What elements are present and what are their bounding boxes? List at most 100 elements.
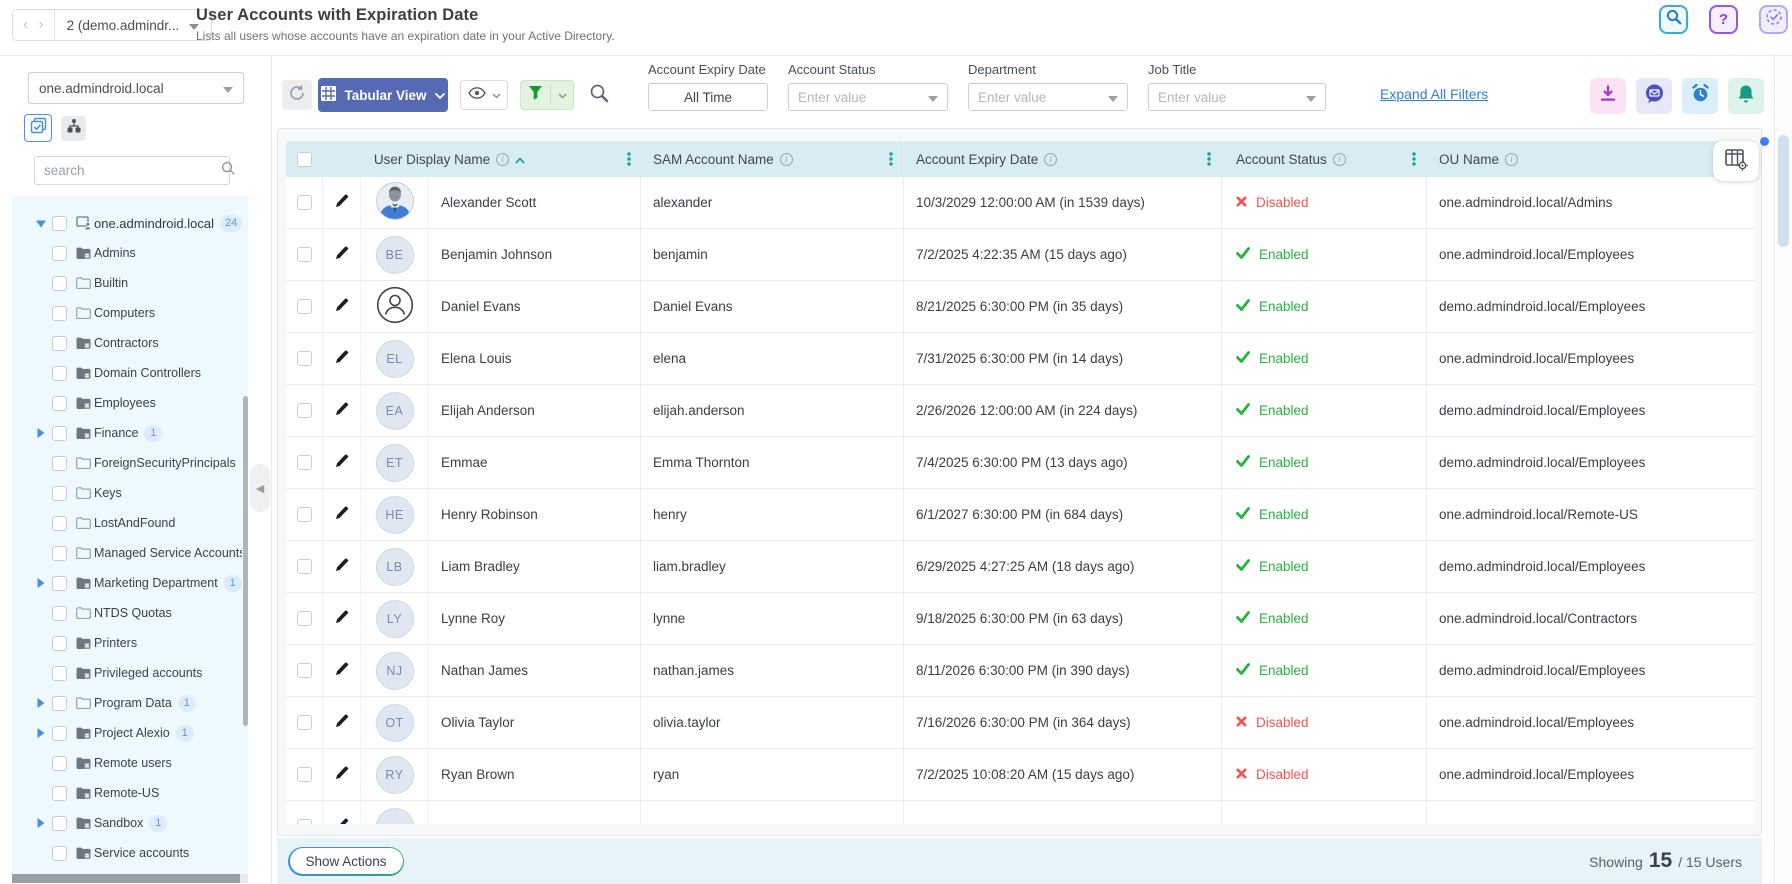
- expand-triangle-icon[interactable]: [36, 698, 52, 708]
- info-icon[interactable]: i: [496, 152, 510, 166]
- tree-item-builtin[interactable]: Builtin: [12, 268, 248, 298]
- feedback-chat-button[interactable]: [1636, 78, 1672, 114]
- tree-item-managed-service-accounts[interactable]: Managed Service Accounts: [12, 538, 248, 568]
- info-icon[interactable]: i: [779, 152, 793, 166]
- row-checkbox[interactable]: [296, 351, 312, 366]
- edit-pencil-icon[interactable]: [334, 817, 350, 824]
- tree-item-finance[interactable]: Finance 1: [12, 418, 248, 448]
- show-actions-button[interactable]: Show Actions: [289, 848, 403, 874]
- info-icon[interactable]: i: [1332, 152, 1346, 166]
- tree-item-marketing-department[interactable]: Marketing Department 1: [12, 568, 248, 598]
- row-checkbox[interactable]: [296, 767, 312, 782]
- tree-item-keys[interactable]: Keys: [12, 478, 248, 508]
- tree-checkbox[interactable]: [52, 575, 67, 591]
- info-icon[interactable]: i: [1505, 152, 1519, 166]
- row-checkbox[interactable]: [296, 663, 312, 678]
- edit-pencil-icon[interactable]: [334, 193, 350, 212]
- tree-checkbox[interactable]: [52, 275, 67, 291]
- select-all-checkbox[interactable]: [296, 151, 312, 167]
- row-checkbox[interactable]: [296, 247, 312, 262]
- expand-all-filters-link[interactable]: Expand All Filters: [1380, 86, 1488, 102]
- tree-item-contractors[interactable]: Contractors: [12, 328, 248, 358]
- row-checkbox[interactable]: [296, 819, 312, 824]
- org-tree-view-toggle[interactable]: [61, 115, 86, 141]
- quick-search-button[interactable]: [584, 80, 614, 110]
- domain-selector[interactable]: one.admindroid.local: [28, 72, 244, 104]
- tree-item-one-admindroid-local[interactable]: one.admindroid.local 24: [12, 208, 248, 238]
- scrollbar-thumb[interactable]: [1778, 135, 1789, 247]
- view-mode-button[interactable]: Tabular View: [318, 78, 448, 112]
- expand-triangle-icon[interactable]: [36, 728, 52, 738]
- tree-checkbox[interactable]: [52, 695, 67, 711]
- tree-checkbox[interactable]: [52, 545, 67, 561]
- tree-checkbox[interactable]: [52, 665, 67, 681]
- tree-checkbox[interactable]: [52, 725, 67, 741]
- report-selector[interactable]: 2 (demo.admindr...: [54, 10, 212, 40]
- search-icon[interactable]: [221, 161, 236, 181]
- edit-pencil-icon[interactable]: [334, 765, 350, 784]
- tree-item-remote-users[interactable]: Remote users: [12, 748, 248, 778]
- tree-checkbox[interactable]: [52, 755, 67, 771]
- report-nav-arrows[interactable]: ‹ ›: [13, 10, 55, 40]
- tree-item-employees[interactable]: Employees: [12, 388, 248, 418]
- tree-vertical-scrollbar[interactable]: [243, 396, 248, 726]
- row-checkbox[interactable]: [296, 403, 312, 418]
- info-icon[interactable]: i: [1044, 152, 1058, 166]
- tree-search-input[interactable]: [44, 163, 221, 178]
- scrollbar-thumb[interactable]: [12, 874, 240, 883]
- tree-checkbox[interactable]: [52, 305, 67, 321]
- history-button[interactable]: [1759, 5, 1788, 34]
- expand-triangle-icon[interactable]: [36, 428, 52, 438]
- row-checkbox[interactable]: [296, 559, 312, 574]
- tree-item-project-alexio[interactable]: Project Alexio 1: [12, 718, 248, 748]
- row-checkbox[interactable]: [296, 299, 312, 314]
- tree-item-computers[interactable]: Computers: [12, 298, 248, 328]
- tree-item-ntds-quotas[interactable]: NTDS Quotas: [12, 598, 248, 628]
- tree-checkbox[interactable]: [52, 335, 67, 351]
- tree-checkbox[interactable]: [52, 245, 67, 261]
- sidebar-collapse-handle[interactable]: ◀: [250, 464, 270, 512]
- tree-item-program-data[interactable]: Program Data 1: [12, 688, 248, 718]
- page-vertical-scrollbar[interactable]: [1774, 56, 1792, 884]
- edit-pencil-icon[interactable]: [334, 453, 350, 472]
- expand-triangle-icon[interactable]: [36, 818, 52, 828]
- column-header-account-status[interactable]: Account Status i: [1222, 141, 1427, 177]
- tree-checkbox[interactable]: [52, 515, 67, 531]
- tree-item-lostandfound[interactable]: LostAndFound: [12, 508, 248, 538]
- tree-item-domain-controllers[interactable]: Domain Controllers: [12, 358, 248, 388]
- tree-checkbox[interactable]: [52, 485, 67, 501]
- export-download-button[interactable]: [1590, 78, 1626, 114]
- column-menu-icon[interactable]: [889, 152, 893, 166]
- filter-input-job-title[interactable]: Enter value: [1148, 83, 1326, 111]
- tree-checkbox[interactable]: [52, 365, 67, 381]
- edit-pencil-icon[interactable]: [334, 401, 350, 420]
- tree-checkbox[interactable]: [52, 455, 67, 471]
- tree-item-sandbox[interactable]: Sandbox 1: [12, 808, 248, 838]
- row-checkbox[interactable]: [296, 455, 312, 470]
- tree-checkbox[interactable]: [52, 605, 67, 621]
- tree-checkbox[interactable]: [52, 425, 67, 441]
- help-button[interactable]: ?: [1709, 5, 1738, 34]
- filter-input-account-expiry-date[interactable]: All Time: [648, 83, 768, 111]
- tree-checkbox[interactable]: [52, 635, 67, 651]
- edit-pencil-icon[interactable]: [334, 297, 350, 316]
- edit-pencil-icon[interactable]: [334, 609, 350, 628]
- tree-item-admins[interactable]: Admins: [12, 238, 248, 268]
- row-checkbox[interactable]: [296, 507, 312, 522]
- row-checkbox[interactable]: [296, 715, 312, 730]
- filter-button[interactable]: [520, 80, 574, 110]
- chevron-right-icon[interactable]: ›: [38, 16, 43, 34]
- collapse-triangle-icon[interactable]: [36, 219, 52, 228]
- multi-select-view-toggle[interactable]: [24, 114, 52, 142]
- tree-item-printers[interactable]: Printers: [12, 628, 248, 658]
- tree-item-service-accounts[interactable]: Service accounts: [12, 838, 248, 868]
- sort-asc-icon[interactable]: [515, 152, 525, 167]
- edit-pencil-icon[interactable]: [334, 661, 350, 680]
- column-header-account-expiry-date[interactable]: Account Expiry Date i: [904, 141, 1222, 177]
- column-menu-icon[interactable]: [1207, 152, 1211, 166]
- schedule-alarm-button[interactable]: [1682, 78, 1718, 114]
- tree-checkbox[interactable]: [52, 785, 67, 801]
- tree-item-foreignsecurityprincipals[interactable]: ForeignSecurityPrincipals: [12, 448, 248, 478]
- tree-horizontal-scrollbar[interactable]: [12, 874, 248, 883]
- chevron-left-icon[interactable]: ‹: [23, 16, 28, 34]
